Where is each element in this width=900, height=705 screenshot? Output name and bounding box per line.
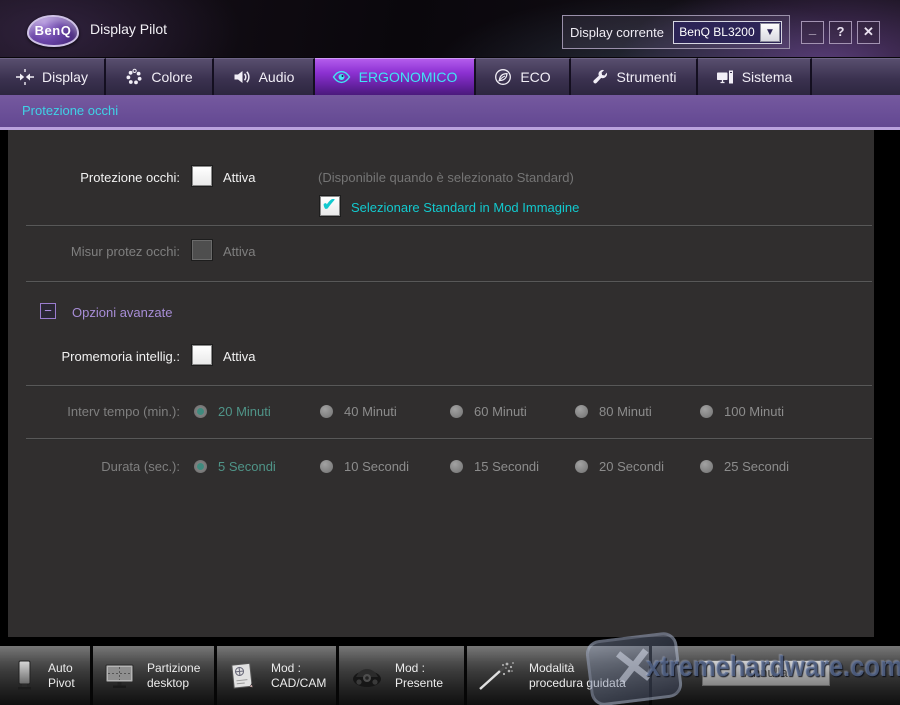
toolbar-label: Partizione desktop xyxy=(147,660,201,690)
duration-radio[interactable] xyxy=(700,460,713,473)
duration-label: Durata (sec.): xyxy=(101,459,180,474)
toolbar-label: Mod : CAD/CAM xyxy=(271,660,327,690)
interval-label: Interv tempo (min.): xyxy=(67,404,180,419)
tab-sistema[interactable]: Sistema xyxy=(698,58,812,95)
eco-leaf-icon xyxy=(494,68,512,86)
computer-icon xyxy=(716,68,734,86)
divider xyxy=(26,225,872,227)
display-current-label: Display corrente xyxy=(570,24,664,40)
display-current-panel: Display corrente BenQ BL3200 ▼ xyxy=(562,15,790,49)
monitor-select[interactable]: BenQ BL3200 ▼ xyxy=(672,20,782,44)
bottom-toolbar: Auto Pivot Partizione desktop Mod : CAD/CAM… xyxy=(0,643,900,705)
color-dots-icon xyxy=(125,68,143,86)
tab-label: Display xyxy=(42,69,88,85)
desktop-partition-button[interactable]: Partizione desktop xyxy=(93,646,217,705)
presentation-icon xyxy=(348,658,386,694)
advanced-options-label: Opzioni avanzate xyxy=(72,305,173,320)
speaker-icon xyxy=(233,68,251,86)
duration-option[interactable]: 15 Secondi xyxy=(474,459,539,474)
interval-radio[interactable] xyxy=(700,405,713,418)
interval-option[interactable]: 60 Minuti xyxy=(474,404,527,419)
close-button[interactable]: ✕ xyxy=(857,21,880,44)
cad-cam-icon xyxy=(226,658,262,694)
tab-bar: Display Colore Audio ERGONOMICO ECO Stru… xyxy=(0,58,900,95)
desktop-partition-icon xyxy=(102,658,138,694)
check-icon: ✔ xyxy=(322,195,337,214)
chevron-down-icon[interactable]: ▼ xyxy=(760,22,780,42)
tab-ergonomico[interactable]: ERGONOMICO xyxy=(315,58,476,95)
tab-label: ERGONOMICO xyxy=(358,69,458,85)
tab-label: ECO xyxy=(520,69,551,85)
toolbar-label: Modalità procedura guidata xyxy=(529,660,626,690)
interval-option[interactable]: 80 Minuti xyxy=(599,404,652,419)
reminder-checkbox-label: Attiva xyxy=(223,349,256,364)
duration-option[interactable]: 25 Secondi xyxy=(724,459,789,474)
wrench-icon xyxy=(591,68,609,86)
interval-option[interactable]: 40 Minuti xyxy=(344,404,397,419)
standard-mode-label: Selezionare Standard in Mod Immagine xyxy=(351,200,580,215)
duration-radio[interactable] xyxy=(194,460,207,473)
divider xyxy=(26,281,872,283)
availability-note: (Disponibile quando è selezionato Standa… xyxy=(318,170,574,185)
toolbar-actions-area: Annulla xyxy=(652,646,900,705)
tabbar-filler xyxy=(812,58,900,95)
titlebar: BenQ Display Pilot Display corrente BenQ… xyxy=(0,0,900,58)
interval-option[interactable]: 100 Minuti xyxy=(724,404,784,419)
duration-option[interactable]: 10 Secondi xyxy=(344,459,409,474)
eye-protection-checkbox-label: Attiva xyxy=(223,170,256,185)
reminder-checkbox[interactable] xyxy=(192,345,212,365)
duration-radio[interactable] xyxy=(450,460,463,473)
help-button[interactable]: ? xyxy=(829,21,852,44)
tab-label: Audio xyxy=(258,69,295,85)
tab-label: Colore xyxy=(151,69,193,85)
interval-option[interactable]: 20 Minuti xyxy=(218,404,271,419)
duration-radio[interactable] xyxy=(320,460,333,473)
duration-option[interactable]: 20 Secondi xyxy=(599,459,664,474)
app-title: Display Pilot xyxy=(90,21,168,37)
interval-radio[interactable] xyxy=(320,405,333,418)
eye-protection-label: Protezione occhi: xyxy=(80,170,180,185)
eye-icon xyxy=(332,68,351,86)
duration-radio[interactable] xyxy=(575,460,588,473)
monitor-select-value: BenQ BL3200 xyxy=(679,25,755,39)
interval-radio[interactable] xyxy=(450,405,463,418)
tab-label: Sistema xyxy=(741,69,793,85)
settings-panel: Protezione occhi: Attiva (Disponibile qu… xyxy=(8,130,874,637)
reminder-label: Promemoria intellig.: xyxy=(61,349,181,364)
duration-option[interactable]: 5 Secondi xyxy=(218,459,276,474)
magic-wand-icon xyxy=(476,658,520,694)
auto-pivot-button[interactable]: Auto Pivot xyxy=(0,646,93,705)
interval-radio[interactable] xyxy=(575,405,588,418)
benq-logo: BenQ xyxy=(27,15,79,47)
compress-arrows-icon xyxy=(16,68,35,86)
measure-checkbox xyxy=(192,240,212,260)
tab-strumenti[interactable]: Strumenti xyxy=(571,58,698,95)
app-window: BenQ Display Pilot Display corrente BenQ… xyxy=(0,0,900,705)
toolbar-label: Auto Pivot xyxy=(48,660,75,690)
section-header: Protezione occhi xyxy=(0,95,900,130)
divider xyxy=(26,438,872,440)
standard-mode-checkbox[interactable]: ✔ xyxy=(320,195,340,216)
tab-label: Strumenti xyxy=(616,69,677,85)
wizard-mode-button[interactable]: Modalità procedura guidata xyxy=(467,646,652,705)
measure-label: Misur protez occhi: xyxy=(70,244,180,259)
cad-cam-mode-button[interactable]: Mod : CAD/CAM xyxy=(217,646,339,705)
collapse-toggle-icon[interactable]: − xyxy=(40,303,56,319)
cancel-button[interactable]: Annulla xyxy=(702,660,830,686)
interval-radio[interactable] xyxy=(194,405,207,418)
measure-checkbox-label: Attiva xyxy=(223,244,256,259)
toolbar-label: Mod : Presente xyxy=(395,660,444,690)
tab-audio[interactable]: Audio xyxy=(214,58,315,95)
eye-protection-checkbox[interactable] xyxy=(192,166,212,186)
section-title: Protezione occhi xyxy=(22,103,119,118)
content-area: Protezione occhi: Attiva (Disponibile qu… xyxy=(0,130,900,643)
presentation-mode-button[interactable]: Mod : Presente xyxy=(339,646,467,705)
tab-eco[interactable]: ECO xyxy=(476,58,571,95)
tab-colore[interactable]: Colore xyxy=(106,58,214,95)
minimize-button[interactable]: _ xyxy=(801,21,824,44)
tab-display[interactable]: Display xyxy=(0,58,106,95)
divider xyxy=(26,385,872,387)
auto-pivot-icon xyxy=(9,658,39,694)
